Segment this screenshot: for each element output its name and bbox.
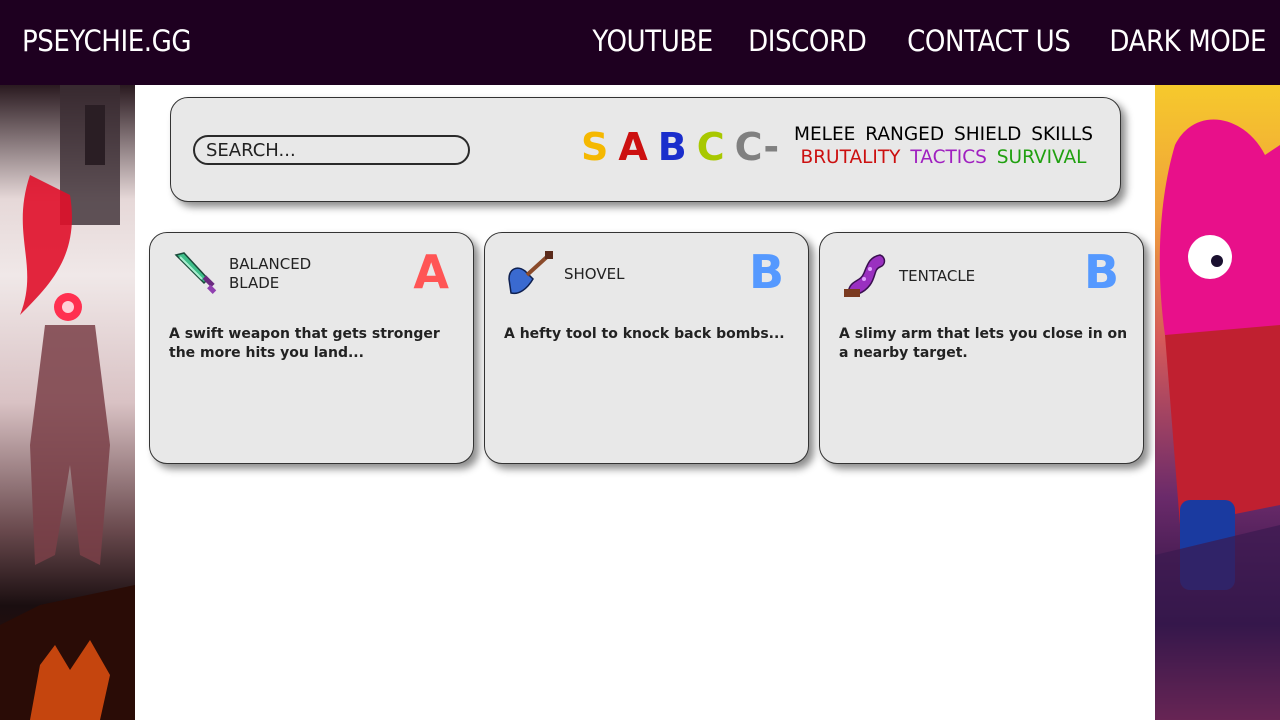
tier-s-filter[interactable]: S [581,125,608,169]
filter-ranged[interactable]: RANGED [865,124,944,145]
tier-b-filter[interactable]: B [658,125,687,169]
search-input[interactable] [193,135,470,165]
top-bar: PSEYCHIE.GG YOUTUBE DISCORD CONTACT US D… [0,0,1280,85]
tier-c-filter[interactable]: C [697,125,725,169]
item-card-balanced-blade[interactable]: BALANCED BLADE A A swift weapon that get… [149,232,474,464]
item-name: BALANCED BLADE [229,255,312,292]
item-description: A hefty tool to knock back bombs... [504,326,785,342]
stat-row: BRUTALITY TACTICS SURVIVAL [791,146,1096,169]
hooded-warrior-illustration [0,85,135,720]
item-name: SHOVEL [564,265,625,283]
filter-survival[interactable]: SURVIVAL [997,147,1087,168]
weapon-type-row: MELEE RANGED SHIELD SKILLS [791,123,1096,146]
filter-tactics[interactable]: TACTICS [910,147,987,168]
sword-icon [174,252,217,294]
nav-youtube[interactable]: YOUTUBE [593,24,714,58]
item-description: A slimy arm that lets you close in on a … [839,326,1128,361]
item-name: TENTACLE [899,267,976,285]
right-side-artwork [1155,85,1280,720]
item-description: A swift weapon that gets stronger the mo… [169,326,440,361]
item-grade: B [1083,245,1119,299]
left-side-artwork [0,85,135,720]
nav-contact-us[interactable]: CONTACT US [907,24,1071,58]
main-nav: YOUTUBE DISCORD CONTACT US DARK MODE [579,24,1267,58]
flame-head-character-illustration [1155,119,1280,720]
item-grade: A [413,245,449,299]
tier-c-minus-filter[interactable]: C- [735,125,780,169]
item-card-tentacle[interactable]: TENTACLE B A slimy arm that lets you clo… [819,232,1144,464]
item-grade: B [748,245,784,299]
nav-dark-mode[interactable]: DARK MODE [1109,24,1266,58]
filter-melee[interactable]: MELEE [794,124,855,145]
tier-filter: S A B C C- [581,125,779,169]
tentacle-icon [844,254,886,297]
shovel-icon [508,251,553,295]
site-logo[interactable]: PSEYCHIE.GG [22,24,192,58]
item-card-shovel[interactable]: SHOVEL B A hefty tool to knock back bomb… [484,232,809,464]
filter-skills[interactable]: SKILLS [1031,124,1093,145]
filter-brutality[interactable]: BRUTALITY [801,147,901,168]
category-filter: MELEE RANGED SHIELD SKILLS BRUTALITY TAC… [791,123,1096,169]
nav-discord[interactable]: DISCORD [748,24,867,58]
filter-shield[interactable]: SHIELD [954,124,1021,145]
filter-panel: S A B C C- MELEE RANGED SHIELD SKILLS BR… [170,97,1121,202]
tier-a-filter[interactable]: A [618,125,647,169]
